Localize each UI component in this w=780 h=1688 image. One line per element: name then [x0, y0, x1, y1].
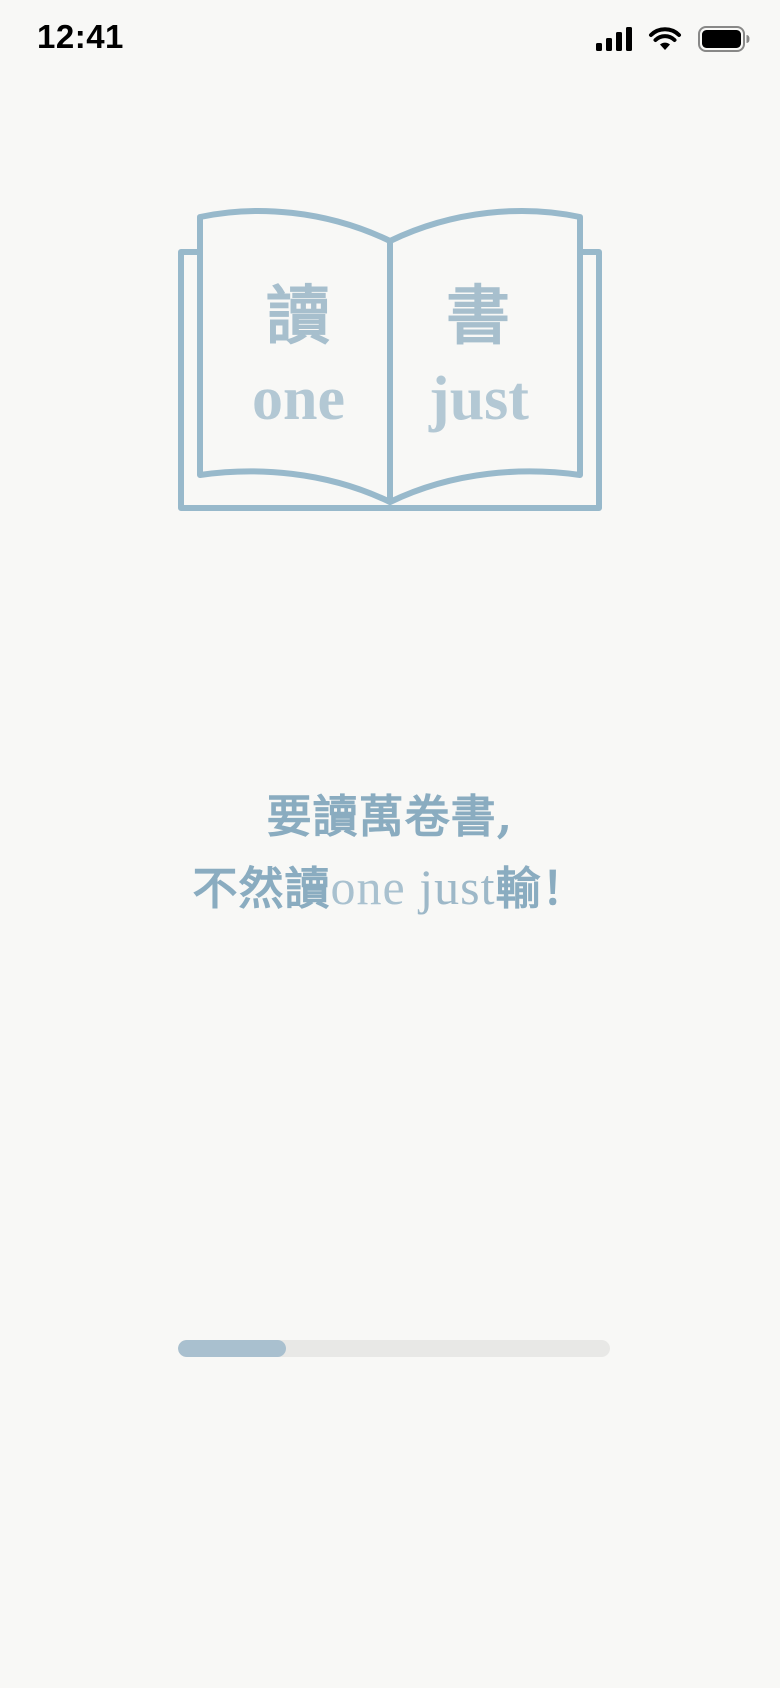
tagline-line-1: 要讀萬卷書, — [266, 790, 514, 843]
status-icons — [596, 22, 750, 56]
tagline: 要讀萬卷書, 不然讀one just輸！ — [0, 782, 780, 924]
logo-char-book: 書 — [446, 279, 510, 354]
cellular-signal-icon — [596, 27, 632, 51]
tagline-line-2: 不然讀one just輸！ — [0, 852, 780, 924]
tagline-word-just: just — [419, 859, 496, 915]
tagline-space — [406, 859, 420, 915]
logo-word-just: just — [429, 365, 529, 433]
logo-char-read: 讀 — [266, 279, 330, 354]
loading-progress-fill — [178, 1340, 286, 1357]
app-logo: 讀 書 one just — [176, 205, 604, 513]
battery-icon — [698, 26, 750, 52]
logo-word-one: one — [252, 365, 345, 433]
wifi-icon — [648, 26, 682, 52]
status-time: 12:41 — [37, 18, 124, 55]
tagline-prefix: 不然讀 — [192, 862, 331, 915]
loading-progress-bar — [178, 1340, 610, 1357]
open-book-icon — [178, 208, 602, 511]
loading-screen: 12:41 讀 書 one just 要讀萬卷書, 不然讀one just輸！ — [0, 0, 780, 1688]
tagline-word-one: one — [330, 859, 406, 915]
tagline-suffix: 輸！ — [495, 862, 588, 915]
